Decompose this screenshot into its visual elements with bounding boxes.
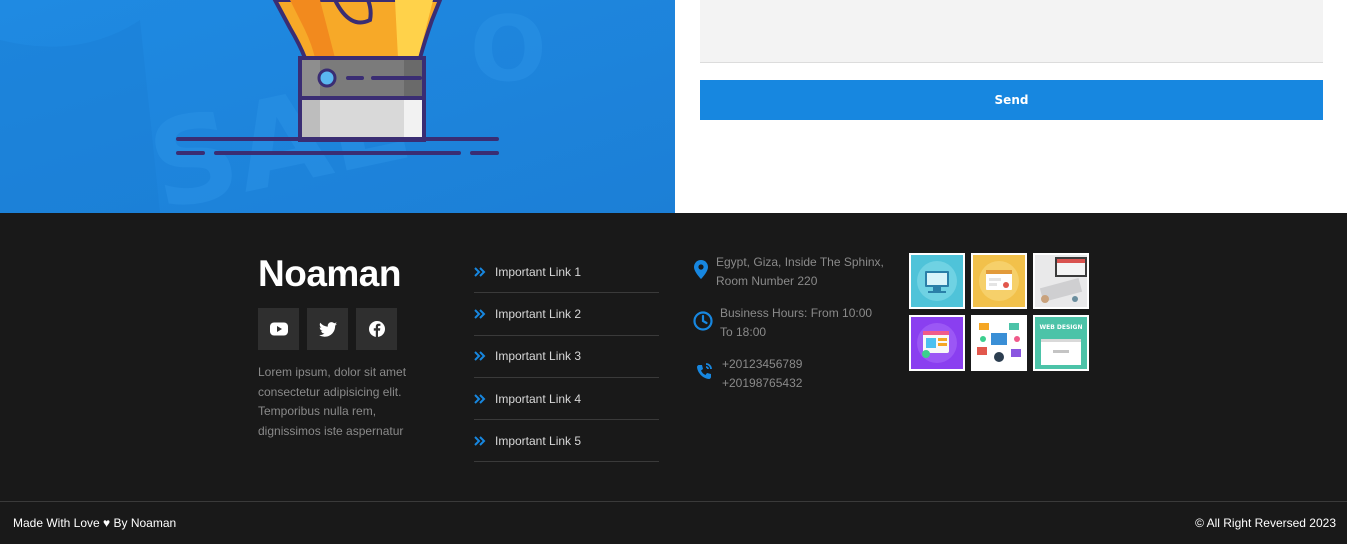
footer-link-label: Important Link 4 [495,391,582,406]
facebook-button[interactable] [356,308,397,350]
svg-text:O: O [470,0,547,102]
contact-section: SAL O Send [0,0,1347,213]
chevron-double-right-icon [474,436,495,446]
footer-gallery: WEB DESIGN [909,253,1089,371]
web-design-thumbnail: WEB DESIGN [1035,317,1087,369]
footer-link-label: Important Link 2 [495,306,582,321]
chevron-double-right-icon [474,351,495,361]
youtube-button[interactable] [258,308,299,350]
phone-number-1: +20123456789 [722,357,803,371]
social-links [258,308,397,350]
location-pin-icon [690,253,712,291]
lightbulb-icon: SAL O [0,0,675,213]
clock-icon [690,304,716,342]
chevron-double-right-icon [474,266,495,277]
web-design-thumbnail [911,317,963,369]
chevron-double-right-icon [474,309,495,319]
made-with-love: Made With Love ♥ By Noaman [13,516,177,530]
youtube-icon [269,322,288,336]
footer: Noaman Lorem ipsum, dolor sit amet conse… [0,213,1347,544]
address-row: Egypt, Giza, Inside The Sphinx, Room Num… [690,253,884,291]
web-design-thumbnail [973,317,1025,369]
footer-link-5[interactable]: Important Link 5 [474,420,659,463]
gallery-thumb-text: WEB DESIGN [1040,324,1083,331]
footer-brand: Noaman [258,253,401,294]
gallery-thumb-4[interactable] [909,315,965,371]
address-line-1: Egypt, Giza, Inside The Sphinx, [716,255,884,269]
hours-line-1: Business Hours: From 10:00 [720,306,873,320]
contact-form: Send [675,0,1347,213]
facebook-icon [368,321,385,337]
phone-number-2: +20198765432 [722,376,803,390]
hours-line-2: To 18:00 [720,325,767,339]
gallery-thumb-3[interactable] [1033,253,1089,309]
copyright: © All Right Reversed 2023 [1195,516,1336,530]
web-design-thumbnail [973,255,1025,307]
footer-link-3[interactable]: Important Link 3 [474,336,659,378]
twitter-button[interactable] [307,308,348,350]
footer-link-4[interactable]: Important Link 4 [474,378,659,421]
gallery-thumb-1[interactable] [909,253,965,309]
twitter-icon [318,321,337,337]
footer-links: Important Link 1 Important Link 2 Import… [474,251,659,463]
send-button[interactable]: Send [700,80,1323,120]
footer-link-2[interactable]: Important Link 2 [474,293,659,336]
hero-image: SAL O [0,0,675,213]
footer-description: Lorem ipsum, dolor sit amet consectetur … [258,365,407,438]
address-line-2: Room Number 220 [716,274,818,288]
gallery-thumb-6[interactable]: WEB DESIGN [1033,315,1089,371]
web-design-thumbnail [911,255,963,307]
footer-link-label: Important Link 3 [495,349,582,364]
footer-bottom-bar: Made With Love ♥ By Noaman © All Right R… [0,501,1347,544]
hours-row: Business Hours: From 10:00 To 18:00 [690,304,872,342]
gallery-thumb-5[interactable] [971,315,1027,371]
chevron-double-right-icon [474,393,495,404]
footer-link-1[interactable]: Important Link 1 [474,251,659,294]
phone-icon [690,355,718,393]
gallery-thumb-2[interactable] [971,253,1027,309]
footer-link-label: Important Link 1 [495,264,582,279]
message-textarea[interactable] [700,0,1323,63]
laptop-photo-thumbnail [1035,255,1087,307]
phone-row: +20123456789 +20198765432 [690,355,802,393]
footer-link-label: Important Link 5 [495,433,582,448]
